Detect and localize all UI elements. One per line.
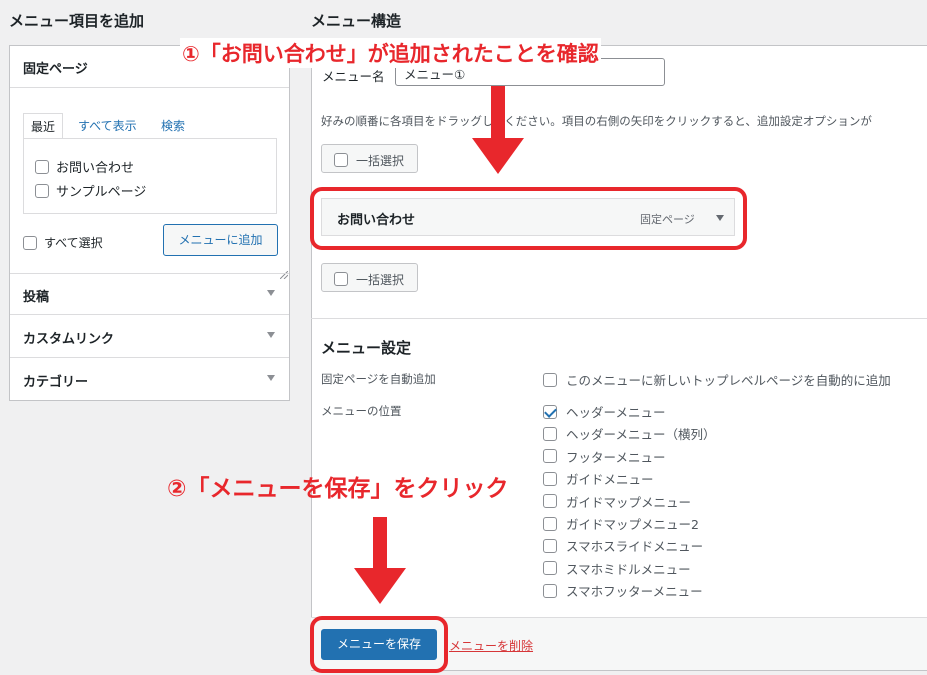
bulk-select-button-top[interactable]: 一括選択 bbox=[321, 144, 418, 173]
menu-location-option[interactable]: ヘッダーメニュー（横列） bbox=[543, 424, 716, 443]
step2-annotation: ②「メニューを保存」をクリック bbox=[167, 476, 509, 502]
step1-annotation: ①「お問い合わせ」が追加されたことを確認 bbox=[180, 38, 601, 68]
pages-section-title: 固定ページ bbox=[23, 62, 88, 77]
checkbox[interactable] bbox=[35, 159, 49, 174]
down-arrow-icon bbox=[472, 138, 524, 174]
menu-settings-heading: メニュー設定 bbox=[321, 339, 412, 357]
save-button-highlight bbox=[310, 616, 448, 673]
checkbox[interactable] bbox=[334, 272, 348, 286]
menu-structure-heading: メニュー構造 bbox=[311, 12, 402, 30]
checkbox[interactable] bbox=[543, 471, 557, 486]
auto-add-label: 固定ページを自動追加 bbox=[321, 372, 436, 386]
menu-location-option[interactable]: ガイドマップメニュー bbox=[543, 492, 691, 511]
list-item[interactable]: お問い合わせ bbox=[35, 157, 134, 176]
down-arrow-icon bbox=[354, 568, 406, 604]
posts-section-title: 投稿 bbox=[23, 290, 50, 305]
custom-links-section-title: カスタムリンク bbox=[23, 332, 115, 347]
step1-arrow-shaft bbox=[491, 86, 505, 142]
add-menu-items-heading: メニュー項目を追加 bbox=[9, 12, 145, 30]
tab-search[interactable]: 検索 bbox=[154, 113, 192, 139]
checkbox[interactable] bbox=[543, 494, 557, 509]
posts-section-header[interactable]: 投稿 bbox=[10, 273, 289, 315]
select-all-checkbox[interactable] bbox=[23, 235, 37, 250]
menu-name-label: メニュー名 bbox=[322, 69, 385, 84]
add-menu-items-panel: 固定ページ 最近 すべて表示 検索 お問い合わせ サンプルページ すべて選択 メ… bbox=[9, 45, 290, 401]
tab-view-all[interactable]: すべて表示 bbox=[71, 113, 144, 139]
expand-arrow-icon bbox=[267, 375, 275, 381]
delete-menu-link[interactable]: メニューを削除 bbox=[449, 637, 533, 654]
custom-links-section-header[interactable]: カスタムリンク bbox=[10, 316, 289, 358]
list-item[interactable]: サンプルページ bbox=[35, 181, 146, 200]
checkbox[interactable] bbox=[35, 183, 49, 198]
auto-add-checkbox[interactable] bbox=[543, 372, 557, 387]
instructions-text: 好みの順番に各項目をドラッグしてください。項目の右側の矢印をクリックすると、追加… bbox=[321, 114, 872, 128]
menu-location-label: メニューの位置 bbox=[321, 404, 402, 418]
auto-add-option[interactable]: このメニューに新しいトップレベルページを自動的に追加 bbox=[543, 370, 891, 389]
expand-arrow-icon bbox=[267, 332, 275, 338]
categories-section-header[interactable]: カテゴリー bbox=[10, 359, 289, 401]
tab-recent[interactable]: 最近 bbox=[23, 113, 64, 139]
menu-location-option[interactable]: ガイドマップメニュー2 bbox=[543, 514, 699, 533]
checkbox[interactable] bbox=[543, 426, 557, 441]
recent-pages-list: お問い合わせ サンプルページ bbox=[23, 138, 277, 214]
divider bbox=[311, 318, 927, 319]
select-all[interactable]: すべて選択 bbox=[23, 234, 103, 251]
checkbox[interactable] bbox=[543, 538, 557, 553]
menu-location-option[interactable]: スマホスライドメニュー bbox=[543, 536, 703, 555]
categories-section-title: カテゴリー bbox=[23, 375, 89, 390]
checkbox[interactable] bbox=[543, 404, 557, 419]
add-to-menu-button[interactable]: メニューに追加 bbox=[163, 224, 278, 256]
checkbox[interactable] bbox=[334, 153, 348, 167]
menu-item-highlight bbox=[310, 187, 747, 250]
menu-location-option[interactable]: ヘッダーメニュー bbox=[543, 402, 666, 421]
step2-arrow-shaft bbox=[373, 517, 387, 572]
bulk-select-button-bottom[interactable]: 一括選択 bbox=[321, 263, 418, 292]
menu-location-option[interactable]: フッターメニュー bbox=[543, 447, 666, 466]
expand-arrow-icon bbox=[267, 290, 275, 296]
resize-handle-icon[interactable] bbox=[279, 264, 289, 280]
menu-location-option[interactable]: スマホフッターメニュー bbox=[543, 581, 703, 600]
menu-location-option[interactable]: スマホミドルメニュー bbox=[543, 559, 691, 578]
checkbox[interactable] bbox=[543, 561, 557, 576]
checkbox[interactable] bbox=[543, 449, 557, 464]
checkbox[interactable] bbox=[543, 583, 557, 598]
checkbox[interactable] bbox=[543, 516, 557, 531]
menu-location-option[interactable]: ガイドメニュー bbox=[543, 469, 654, 488]
